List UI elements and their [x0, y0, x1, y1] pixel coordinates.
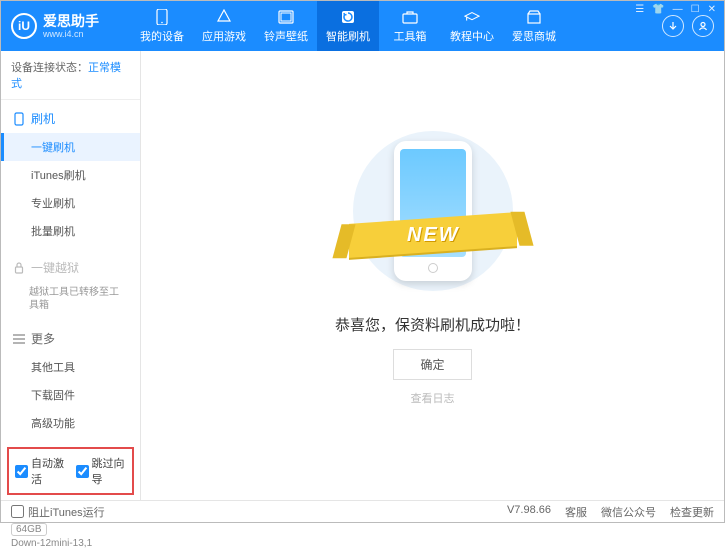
refresh-icon — [340, 9, 356, 25]
sidebar-item-advanced[interactable]: 高级功能 — [1, 409, 140, 437]
sidebar-item-itunes[interactable]: iTunes刷机 — [1, 161, 140, 189]
app-subtitle: www.i4.cn — [43, 30, 99, 39]
version-label: V7.98.66 — [507, 504, 551, 520]
sidebar: 设备连接状态：正常模式 刷机 一键刷机 iTunes刷机 专业刷机 批量刷机 一… — [1, 51, 141, 500]
ribbon-text: NEW — [406, 223, 459, 246]
check-skip-setup[interactable]: 跳过向导 — [76, 455, 127, 487]
nav-apps[interactable]: 应用游戏 — [193, 1, 255, 51]
lock-icon — [13, 262, 25, 274]
user-button[interactable] — [692, 15, 714, 37]
success-illustration: NEW — [343, 126, 523, 296]
device-status: 设备连接状态：正常模式 — [1, 51, 140, 100]
sidebar-item-firmware[interactable]: 下载固件 — [1, 381, 140, 409]
view-log-link[interactable]: 查看日志 — [411, 390, 455, 406]
menu-icon[interactable]: ☰ — [635, 4, 644, 15]
section-jailbreak: 一键越狱 — [1, 253, 140, 282]
checkbox-group: 自动激活 跳过向导 — [7, 447, 134, 495]
footer: 阻止iTunes运行 V7.98.66 客服 微信公众号 检查更新 — [1, 500, 724, 522]
phone-icon — [154, 9, 170, 25]
close-icon[interactable]: ✕ — [708, 4, 716, 15]
logo: iU 爱思助手 www.i4.cn — [11, 13, 131, 39]
list-icon — [13, 333, 25, 345]
logo-icon: iU — [11, 13, 37, 39]
top-nav: 我的设备 应用游戏 铃声壁纸 智能刷机 工具箱 教程中心 爱思商城 — [131, 1, 662, 51]
wallpaper-icon — [278, 9, 294, 25]
main-content: NEW 恭喜您，保资料刷机成功啦！ 确定 查看日志 — [141, 51, 724, 500]
nav-tutorials[interactable]: 教程中心 — [441, 1, 503, 51]
app-title: 爱思助手 — [43, 14, 99, 28]
check-auto-activate[interactable]: 自动激活 — [15, 455, 66, 487]
sidebar-item-oneclick[interactable]: 一键刷机 — [1, 133, 140, 161]
store-icon — [526, 9, 542, 25]
success-message: 恭喜您，保资料刷机成功啦！ — [335, 314, 530, 335]
window-controls: ☰ 👕 — ☐ ✕ — [635, 4, 716, 15]
apps-icon — [216, 9, 232, 25]
hat-icon — [464, 9, 480, 25]
section-more[interactable]: 更多 — [1, 324, 140, 353]
toolbox-icon — [402, 9, 418, 25]
download-button[interactable] — [662, 15, 684, 37]
skin-icon[interactable]: 👕 — [652, 4, 664, 15]
sidebar-item-batch[interactable]: 批量刷机 — [1, 217, 140, 245]
wechat-link[interactable]: 微信公众号 — [601, 504, 656, 520]
sidebar-item-other[interactable]: 其他工具 — [1, 353, 140, 381]
header: iU 爱思助手 www.i4.cn 我的设备 应用游戏 铃声壁纸 智能刷机 工具… — [1, 1, 724, 51]
ok-button[interactable]: 确定 — [393, 349, 471, 380]
sidebar-item-pro[interactable]: 专业刷机 — [1, 189, 140, 217]
nav-toolbox[interactable]: 工具箱 — [379, 1, 441, 51]
jailbreak-note: 越狱工具已转移至工具箱 — [29, 286, 128, 312]
service-link[interactable]: 客服 — [565, 504, 587, 520]
nav-ringtones[interactable]: 铃声壁纸 — [255, 1, 317, 51]
device-down: Down-12mini-13,1 — [11, 538, 130, 549]
minimize-icon[interactable]: — — [673, 4, 683, 15]
block-itunes-check[interactable]: 阻止iTunes运行 — [11, 504, 105, 520]
nav-flash[interactable]: 智能刷机 — [317, 1, 379, 51]
section-flash[interactable]: 刷机 — [1, 104, 140, 133]
header-right — [662, 15, 714, 37]
nav-my-device[interactable]: 我的设备 — [131, 1, 193, 51]
update-link[interactable]: 检查更新 — [670, 504, 714, 520]
nav-store[interactable]: 爱思商城 — [503, 1, 565, 51]
maximize-icon[interactable]: ☐ — [691, 4, 700, 15]
phone-icon — [13, 113, 25, 125]
device-storage: 64GB — [11, 523, 47, 536]
